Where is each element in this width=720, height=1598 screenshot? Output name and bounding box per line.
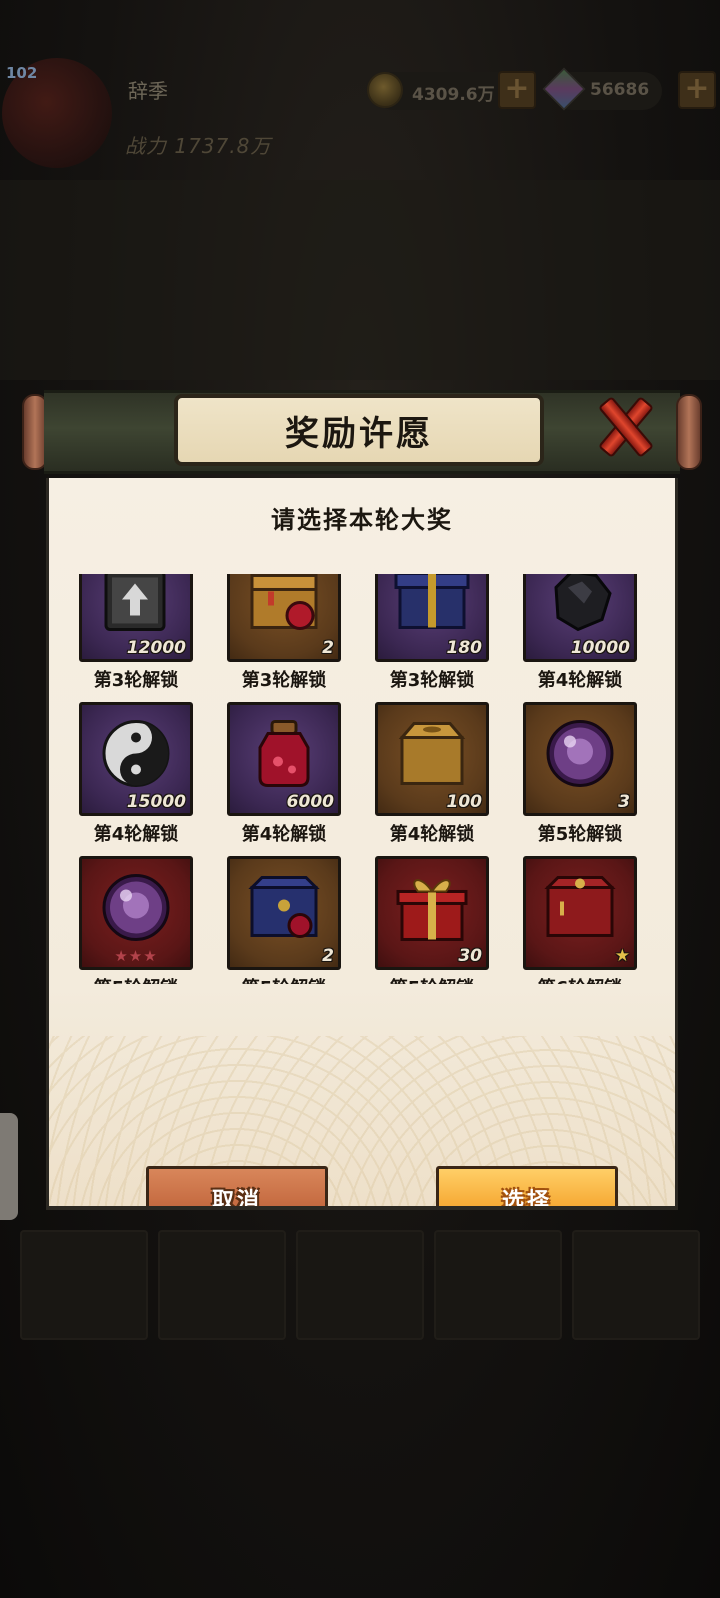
- red-potion-jar-icon: [242, 711, 326, 799]
- unlock-round-label: 第4轮解锁: [241, 824, 327, 845]
- background-slot: [434, 1230, 562, 1340]
- cancel-button[interactable]: 取消: [146, 1166, 328, 1210]
- reward-cell[interactable]: 3 第5轮解锁: [523, 702, 637, 845]
- reward-tile[interactable]: ★★★: [79, 856, 193, 970]
- add-gem-button[interactable]: +: [678, 71, 716, 109]
- background-slot: [296, 1230, 424, 1340]
- red-ornate-chest-icon: [538, 865, 622, 953]
- reward-tile[interactable]: 2: [227, 856, 341, 970]
- cancel-button-label: 取消: [211, 1189, 262, 1210]
- background-slot: [572, 1230, 700, 1340]
- reward-cell[interactable]: 10000 第4轮解锁: [523, 574, 637, 691]
- background-slot-row: [20, 1230, 700, 1340]
- black-ore-icon: [538, 574, 622, 645]
- unlock-round-label: 第4轮解锁: [93, 824, 179, 845]
- purple-orb-icon: [538, 711, 622, 799]
- reward-cell[interactable]: 180 第3轮解锁: [375, 574, 489, 691]
- reward-quantity: 100: [446, 792, 483, 812]
- blue-sealed-chest-icon: [242, 865, 326, 953]
- unlock-round-label: 第4轮解锁: [389, 824, 475, 845]
- reward-quantity: 12000: [126, 638, 186, 658]
- gold-coin-icon: [367, 72, 403, 108]
- reward-tile[interactable]: 6000: [227, 702, 341, 816]
- reward-cell[interactable]: 30第5轮解锁: [375, 856, 489, 984]
- background-slot: [158, 1230, 286, 1340]
- reward-cell[interactable]: ★第6轮解锁: [523, 856, 637, 984]
- reward-quantity: 15000: [126, 792, 186, 812]
- unlock-round-label: 第6轮解锁: [513, 974, 647, 984]
- reward-tile[interactable]: 12000: [79, 574, 193, 662]
- scroll-paper: 请选择本轮大奖 12000 第3轮解锁 2 第3轮解锁 180 第3轮解锁 10000 第4轮…: [46, 478, 678, 1210]
- power-value: 战力 1737.8万: [125, 134, 272, 158]
- title-plaque: 奖励许愿: [174, 394, 544, 466]
- reward-tile[interactable]: 15000: [79, 702, 193, 816]
- reward-tile[interactable]: 2: [227, 574, 341, 662]
- reward-cell[interactable]: 2第5轮解锁: [227, 856, 341, 984]
- reward-quantity: 10000: [570, 638, 630, 658]
- unlock-round-label: 第4轮解锁: [537, 670, 623, 691]
- dialog-subtitle: 请选择本轮大奖: [271, 506, 453, 534]
- select-button[interactable]: 选择: [436, 1166, 618, 1210]
- reward-quantity: 180: [446, 638, 483, 658]
- reward-grid-content: 12000 第3轮解锁 2 第3轮解锁 180 第3轮解锁 10000 第4轮解锁 15000 第…: [79, 574, 637, 984]
- reward-quantity: 3: [618, 792, 630, 812]
- reward-cell[interactable]: 100 第4轮解锁: [375, 702, 489, 845]
- gold-value: 4309.6万: [412, 85, 495, 105]
- purple-orb-icon: [94, 865, 178, 953]
- reward-quantity: 6000: [286, 792, 334, 812]
- reward-cell[interactable]: 12000 第3轮解锁: [79, 574, 193, 691]
- star-icon: ★: [614, 946, 630, 966]
- unlock-round-label: 第5轮解锁: [537, 824, 623, 845]
- blue-gift-box-icon: [390, 574, 474, 645]
- reward-tile[interactable]: 3: [523, 702, 637, 816]
- player-level: 102: [6, 64, 38, 82]
- reward-wish-dialog: 奖励许愿 请选择本轮大奖 12000 第3轮解锁 2 第3轮解锁 180 第3轮解锁 100…: [22, 382, 702, 1234]
- red-ribbon-gift-icon: [390, 865, 474, 953]
- reward-grid[interactable]: 12000 第3轮解锁 2 第3轮解锁 180 第3轮解锁 10000 第4轮解锁 15000 第…: [79, 574, 649, 984]
- side-drawer-handle[interactable]: [0, 1113, 18, 1220]
- reward-cell[interactable]: 2 第3轮解锁: [227, 574, 341, 691]
- gem-value: 56686: [590, 80, 650, 100]
- reward-quantity: 2: [322, 946, 334, 966]
- star-rating: ★★★: [114, 947, 158, 965]
- reward-tile[interactable]: 180: [375, 574, 489, 662]
- red-seal-chest-icon: [242, 574, 326, 645]
- close-icon[interactable]: [590, 392, 656, 458]
- add-gold-button[interactable]: +: [498, 71, 536, 109]
- unlock-round-label: 第5轮解锁: [217, 974, 351, 984]
- player-name: 辞季: [128, 79, 168, 103]
- reward-tile[interactable]: 30: [375, 856, 489, 970]
- unlock-round-label: 第3轮解锁: [93, 670, 179, 691]
- unlock-round-label: 第3轮解锁: [241, 670, 327, 691]
- scroll-roller-right: [676, 394, 702, 470]
- reward-tile[interactable]: 100: [375, 702, 489, 816]
- reward-cell[interactable]: ★★★第5轮解锁: [79, 856, 193, 984]
- unlock-round-label: 第5轮解锁: [79, 974, 203, 984]
- reward-cell[interactable]: 6000 第4轮解锁: [227, 702, 341, 845]
- reward-tile[interactable]: 10000: [523, 574, 637, 662]
- background-panel: [0, 180, 720, 380]
- unlock-round-label: 第5轮解锁: [365, 974, 499, 984]
- golden-box-icon: [390, 711, 474, 799]
- skill-book-icon: [94, 574, 178, 645]
- unlock-round-label: 第3轮解锁: [389, 670, 475, 691]
- reward-quantity: 30: [458, 946, 482, 966]
- dialog-title: 奖励许愿: [285, 413, 433, 454]
- reward-quantity: 2: [322, 638, 334, 658]
- background-slot: [20, 1230, 148, 1340]
- reward-cell[interactable]: 15000 第4轮解锁: [79, 702, 193, 845]
- reward-tile[interactable]: ★: [523, 856, 637, 970]
- scroll-header: 奖励许愿: [22, 382, 702, 478]
- yin-yang-icon: [94, 711, 178, 799]
- select-button-label: 选择: [501, 1189, 552, 1210]
